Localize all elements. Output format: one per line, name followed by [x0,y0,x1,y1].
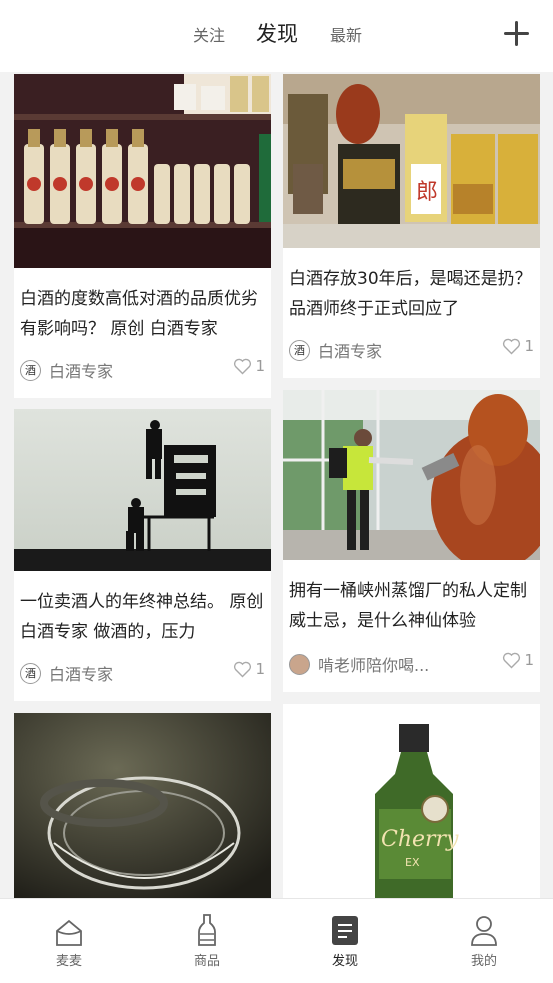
nav-item-home[interactable]: 麦麦 [24,913,114,969]
feed-card[interactable]: 白酒的度数高低对酒的品质优劣有影响吗？ 原创 白酒专家 酒 白酒专家 1 [14,74,271,398]
feed-card[interactable] [14,713,271,899]
like-count: 1 [524,337,534,355]
top-bar: 关注 发现 最新 [0,0,553,72]
card-image-bottle: Cherry EX [283,704,540,899]
bottle-label-text: Cherry [381,827,459,852]
card-title: 拥有一桶峡州蒸馏厂的私人定制威士忌，是什么神仙体验 [289,581,527,631]
card-title: 白酒的度数高低对酒的品质优劣有影响吗？ 原创 白酒专家 [20,289,258,339]
like-button[interactable]: 1 [502,335,534,357]
author-name: 白酒专家 [318,342,383,361]
nav-label-mine: 我的 [470,954,497,969]
card-image-glass [14,713,271,899]
feed-card[interactable]: 拥有一桶峡州蒸馏厂的私人定制威士忌，是什么神仙体验 啃老师陪你喝... 1 [283,390,540,692]
card-image: 郎 [283,74,540,248]
tab-latest[interactable]: 最新 [327,22,365,50]
feed-card[interactable]: 一位卖酒人的年终神总结。 原创 白酒专家 做酒的，压力 酒 白酒专家 1 [14,409,271,701]
like-count: 1 [255,357,265,375]
tab-discover[interactable]: 发现 [254,20,300,48]
heart-icon [234,358,252,374]
svg-text:郎: 郎 [416,180,438,205]
heart-icon [503,338,521,354]
author-name: 白酒专家 [49,362,114,381]
card-image [14,74,271,268]
card-title: 白酒存放30年后，是喝还是扔？品酒师终于正式回应了 [289,269,532,319]
nav-item-mine[interactable]: 我的 [439,913,529,969]
card-author[interactable]: 酒 白酒专家 [20,662,113,684]
card-author[interactable]: 啃老师陪你喝... [289,653,429,675]
heart-icon [503,652,521,668]
author-name: 啃老师陪你喝... [318,656,430,675]
feed-card[interactable]: 郎 白酒存放30年后，是喝还是扔？品酒师终于正式回应了 酒 白酒专家 1 [283,74,540,378]
card-image [14,409,271,571]
like-button[interactable]: 1 [233,355,265,377]
card-author[interactable]: 酒 白酒专家 [20,359,113,381]
bottle-icon [198,914,216,946]
card-title: 一位卖酒人的年终神总结。 原创 白酒专家 做酒的，压力 [20,592,264,642]
bottle-sub-text: EX [405,856,420,869]
bottom-nav: 麦麦 商品 发现 我的 [0,898,553,983]
card-image [283,390,540,560]
add-post-button[interactable] [503,20,531,48]
like-count: 1 [524,651,534,669]
nav-item-products[interactable]: 商品 [162,913,252,969]
author-avatar: 酒 [20,662,41,684]
nav-item-discover[interactable]: 发现 [300,913,390,969]
author-avatar: 酒 [20,359,41,381]
feed-card[interactable]: Cherry EX [283,704,540,899]
author-name: 白酒专家 [49,665,114,684]
author-avatar: 酒 [289,339,310,361]
heart-icon [234,661,252,677]
nav-label-products: 商品 [193,954,220,969]
like-button[interactable]: 1 [502,649,534,671]
person-icon [471,916,497,946]
home-icon [56,919,82,946]
author-avatar [289,653,310,675]
like-count: 1 [255,660,265,678]
document-icon [332,916,358,945]
nav-label-discover: 发现 [331,954,358,969]
nav-label-home: 麦麦 [55,954,82,969]
like-button[interactable]: 1 [233,658,265,680]
tab-follow[interactable]: 关注 [190,22,228,50]
card-author[interactable]: 酒 白酒专家 [289,339,382,361]
